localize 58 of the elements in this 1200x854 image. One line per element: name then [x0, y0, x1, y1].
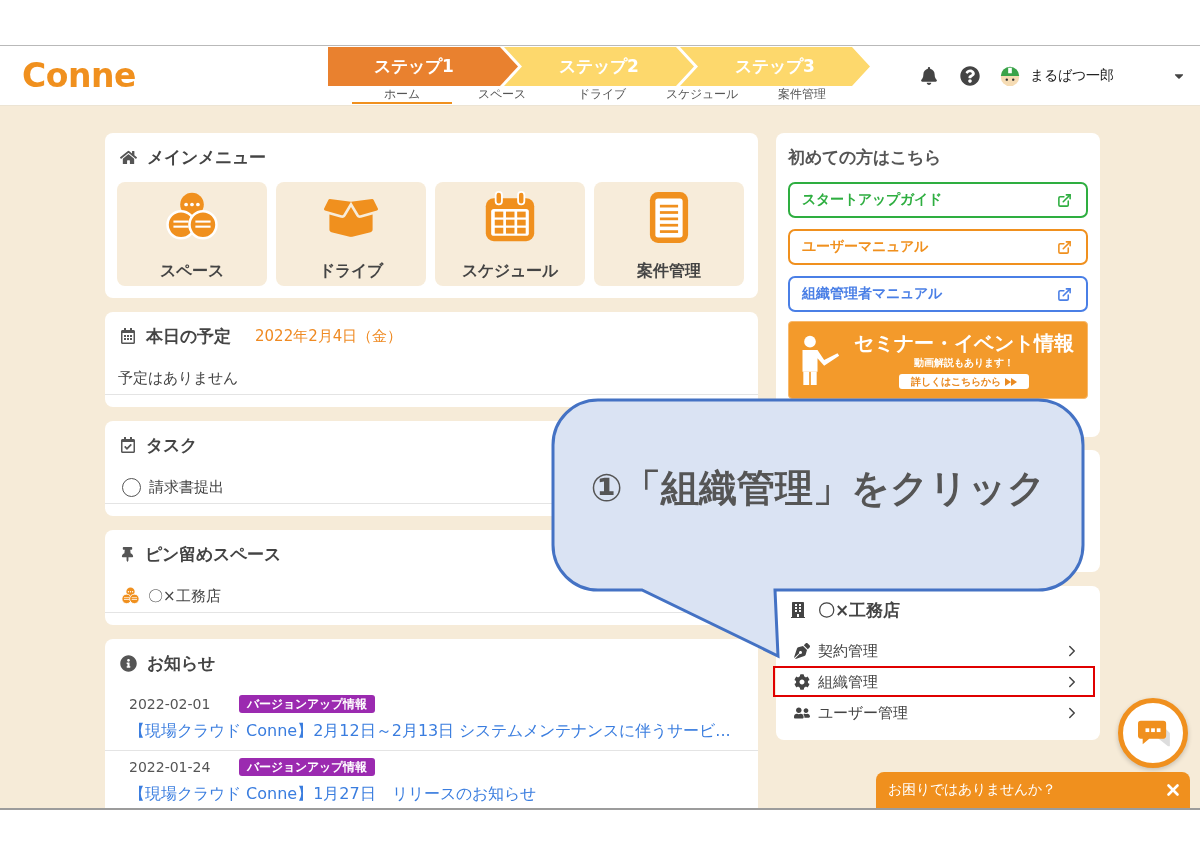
- pin-icon: [120, 546, 135, 562]
- chat-bubbles-icon: [121, 587, 140, 605]
- nav-tab[interactable]: ホーム: [352, 87, 452, 104]
- news-tag: バージョンアップ情報: [239, 758, 376, 776]
- bell-icon[interactable]: [920, 66, 938, 85]
- user-name[interactable]: まるばつ一郎: [1030, 66, 1114, 85]
- chat-bubbles-icon: [165, 191, 219, 242]
- banner-subtitle: 動画解説もあります！: [914, 357, 1014, 369]
- pen-icon: [794, 642, 810, 659]
- logo: Conne: [22, 55, 136, 96]
- close-icon: [1164, 781, 1182, 799]
- nav-tab[interactable]: 案件管理: [752, 87, 852, 104]
- calendar-icon: [483, 191, 537, 243]
- org-menu-item[interactable]: 契約管理: [773, 635, 1095, 666]
- chat-icon: [1136, 718, 1170, 748]
- news-link[interactable]: 【現場クラウド Conne】1月27日 リリースのお知らせ: [129, 783, 536, 805]
- nav-tab[interactable]: ドライブ: [552, 87, 652, 104]
- org-menu-item[interactable]: ユーザー管理: [773, 697, 1095, 728]
- help-icon[interactable]: [960, 65, 980, 86]
- external-link-icon: [1057, 192, 1072, 208]
- menu-tile[interactable]: スケジュール: [435, 182, 585, 286]
- home-icon: [120, 148, 137, 166]
- calendar-check-icon: [120, 437, 136, 453]
- news-date: 2022-01-24: [129, 759, 211, 775]
- panel-title: 初めての方はこちら: [788, 146, 942, 169]
- menu-tile[interactable]: ドライブ: [276, 182, 426, 286]
- org-menu-item[interactable]: 組織管理: [773, 666, 1095, 697]
- task-checkbox[interactable]: [122, 477, 141, 497]
- panel-title: ピン留めスペース: [145, 543, 281, 566]
- space-link[interactable]: 〇×工務店: [148, 586, 221, 606]
- nav-tab[interactable]: スケジュール: [652, 87, 752, 104]
- task-label: 請求書提出: [149, 477, 224, 497]
- news-date: 2022-02-01: [129, 696, 211, 712]
- news-link[interactable]: 【現場クラウド Conne】2月12日～2月13日 システムメンテナンスに伴うサービ...: [129, 720, 731, 742]
- panel-title: 本日の予定: [146, 325, 231, 348]
- empty-message: 予定はありません: [118, 368, 238, 388]
- guide-link-button[interactable]: 組織管理者マニュアル: [788, 276, 1088, 312]
- nav-tab[interactable]: スペース: [452, 87, 552, 104]
- menu-tile[interactable]: 案件管理: [594, 182, 744, 286]
- panel-title: メインメニュー: [147, 146, 266, 169]
- gear-icon: [794, 673, 810, 690]
- callout-text: ①「組織管理」をクリック: [590, 465, 1046, 511]
- double-arrow-icon: [1005, 377, 1017, 386]
- info-icon: [120, 654, 137, 672]
- banner-title: セミナー・イベント情報: [854, 331, 1074, 355]
- external-link-icon: [1057, 286, 1072, 302]
- avatar-icon[interactable]: [999, 64, 1021, 87]
- external-link-icon: [1057, 239, 1072, 255]
- clipboard-icon: [649, 191, 689, 244]
- building-icon: [790, 602, 806, 618]
- today-date: 2022年2月4日（金）: [255, 326, 403, 346]
- menu-tile[interactable]: スペース: [117, 182, 267, 286]
- help-text: お困りではありませんか？: [888, 781, 1056, 799]
- panel-title: 〇×工務店: [818, 599, 901, 622]
- calendar-icon: [120, 328, 136, 344]
- panel-title: タスク: [146, 434, 197, 457]
- news-tag: バージョンアップ情報: [239, 695, 376, 713]
- panel-title: お知らせ: [147, 652, 215, 675]
